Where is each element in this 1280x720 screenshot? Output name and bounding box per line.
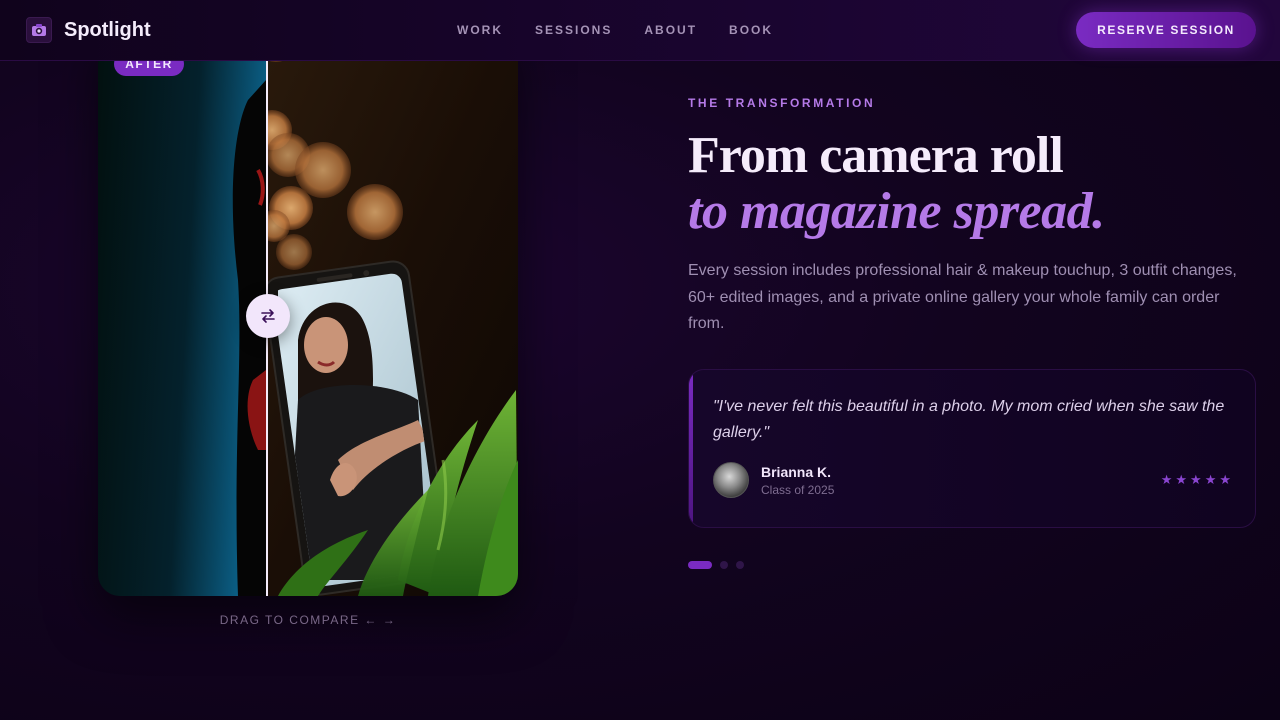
nav-link-book[interactable]: BOOK [729, 23, 773, 37]
hero-description: Every session includes professional hair… [688, 262, 1237, 332]
nav-link-work[interactable]: WORK [457, 23, 503, 37]
avatar [713, 462, 749, 498]
star-icon: ★ [1160, 472, 1173, 487]
headline-main: From camera roll [688, 127, 1064, 184]
testimonial-author-meta: Class of 2025 [761, 483, 835, 497]
star-icon: ★ [1190, 472, 1202, 487]
reserve-session-button[interactable]: RESERVE SESSION [1076, 12, 1256, 48]
nav-link-sessions[interactable]: SESSIONS [535, 23, 612, 37]
swap-arrows-icon [261, 309, 275, 323]
headline-accent: to magazine spread. [688, 183, 1105, 240]
section-eyebrow: THE TRANSFORMATION [688, 96, 876, 110]
carousel-dot-1[interactable] [688, 561, 712, 569]
brand-name: Spotlight [64, 18, 151, 41]
brand-link[interactable]: Spotlight [26, 17, 151, 43]
compare-photo [98, 20, 518, 596]
before-after-compare[interactable] [98, 20, 518, 596]
rating-stars: ★ ★ ★ ★ ★ [1161, 473, 1231, 487]
hero-headline: From camera roll to magazine spread. [688, 128, 1268, 240]
nav-link-about[interactable]: ABOUT [644, 23, 697, 37]
star-icon: ★ [1175, 472, 1188, 487]
drag-to-compare-hint: DRAG TO COMPARE ← → [219, 613, 397, 627]
testimonial-author: Brianna K. [761, 464, 832, 480]
compare-handle[interactable] [246, 294, 290, 338]
camera-logo-icon [26, 17, 52, 43]
carousel-dot-3[interactable] [736, 561, 744, 569]
star-icon: ★ [1219, 472, 1231, 487]
testimonial-card: "I've never felt this beautiful in a pho… [688, 369, 1256, 528]
nav-links: WORK SESSIONS ABOUT BOOK [457, 23, 773, 37]
star-icon: ★ [1204, 472, 1217, 487]
top-navbar: Spotlight WORK SESSIONS ABOUT BOOK RESER… [0, 0, 1280, 61]
carousel-dots [688, 561, 744, 569]
testimonial-quote: "I've never felt this beautiful in a pho… [713, 398, 1225, 441]
carousel-dot-2[interactable] [720, 561, 728, 569]
